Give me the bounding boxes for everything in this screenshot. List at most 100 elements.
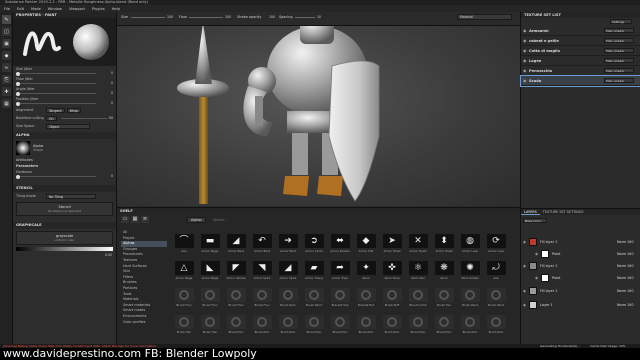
position-jitter-slider[interactable]: Position Jitter 0	[13, 96, 116, 106]
channel-select[interactable]: Base Color	[523, 218, 547, 223]
shader-select[interactable]: Main shader	[604, 28, 634, 33]
alpha-thumbnail-item[interactable]: Brush Pain	[303, 315, 325, 338]
alpha-thumbnail-item[interactable]: Bracket Buf	[355, 288, 377, 311]
alpha-thumbnail-item[interactable]: ✕ Armor Head	[407, 234, 429, 257]
alpha-thumbnail-item[interactable]: ▬ Armor Nega	[199, 234, 221, 257]
alpha-thumbnail-item[interactable]: Brush Comb	[407, 288, 429, 311]
shader-select[interactable]: Main shader	[604, 68, 634, 73]
menu-file[interactable]: File	[4, 7, 10, 11]
blend-mode[interactable]: Norm	[617, 240, 627, 244]
backface-slider[interactable]	[60, 117, 107, 119]
alpha-thumbnail-item[interactable]: Brush Paint	[459, 288, 481, 311]
smudge-icon[interactable]: ≈	[2, 63, 11, 72]
shelf-search-input[interactable]: Search...	[213, 217, 413, 223]
size-jitter-slider[interactable]: Size Jitter 0	[13, 66, 116, 76]
alpha-thumbnail-item[interactable]: ⬌ Armor Double	[329, 234, 351, 257]
alpha-thumbnail-item[interactable]: Brush Pain	[433, 315, 455, 338]
alpha-thumbnail-item[interactable]: ✦ Atom	[355, 261, 377, 284]
flow-jitter-value[interactable]: 0	[111, 81, 113, 85]
flow-slider[interactable]	[189, 17, 223, 18]
alpha-thumbnail-item[interactable]: Brush Han	[173, 315, 195, 338]
menu-edit[interactable]: Edit	[17, 7, 24, 11]
alpha-thumbnail-item[interactable]: Brush Fren	[225, 288, 247, 311]
texture-set-item[interactable]: ◉ Armoarsh Main shader	[521, 26, 640, 36]
flow-value[interactable]: 100	[225, 15, 231, 19]
alpha-thumbnail-item[interactable]: ⚛ Atom Star	[407, 261, 429, 284]
blend-mode[interactable]: Norm	[617, 252, 627, 256]
texture-set-item[interactable]: ◉ Pennacchio Main shader	[521, 66, 640, 76]
layer-opacity[interactable]: 100	[627, 264, 640, 268]
texture-set-item[interactable]: ◉ Logen Main shader	[521, 56, 640, 66]
grayscale-gradient-slider[interactable]	[16, 247, 113, 251]
viewport-mode-select[interactable]: Material	[457, 14, 512, 20]
blend-mode[interactable]: Norm	[617, 276, 627, 280]
alpha-thumbnail-item[interactable]: ➦ Armor Trian	[329, 261, 351, 284]
spacing-slider[interactable]	[295, 17, 315, 18]
layer-opacity[interactable]: 100	[627, 240, 640, 244]
alpha-thumbnail-item[interactable]: Brush Han	[199, 315, 221, 338]
grayscale-value[interactable]: 0.02	[13, 253, 116, 257]
tab-texture-set-settings[interactable]: TEXTURE SET SETTINGS	[540, 209, 587, 215]
hardness-slider[interactable]: Hardness 0	[13, 169, 116, 179]
alignment-select[interactable]: Tangent	[46, 107, 65, 113]
hardness-value[interactable]: 0	[111, 174, 113, 178]
alpha-thumbnail-item[interactable]: ▰ Armor Triang	[303, 261, 325, 284]
alpha-thumbnail-item[interactable]: ◣ Armor Nega	[199, 261, 221, 284]
backface-value[interactable]: 90	[109, 116, 113, 120]
alpha-thumbnail-item[interactable]: Brush Paint	[485, 288, 507, 311]
alpha-thumbnail-item[interactable]: ⬍ Armor Head	[433, 234, 455, 257]
paint-layer-row[interactable]: ◉ Paint Norm 100	[521, 250, 640, 258]
alpha-thumbnail-item[interactable]: Brush Pain	[225, 315, 247, 338]
alpha-thumbnail-item[interactable]: Brush Ram	[277, 288, 299, 311]
fill-icon[interactable]: ▦	[2, 99, 11, 108]
alpha-thumbnail-item[interactable]: ✺ Atom Simple	[459, 261, 481, 284]
paint-layer-row[interactable]: ◉ Paint Norm 100	[521, 274, 640, 282]
alpha-thumbnail-item[interactable]: Brush Pain	[251, 315, 273, 338]
folder-icon[interactable]: ▭	[121, 216, 129, 223]
projection-icon[interactable]: ▣	[2, 39, 11, 48]
list-view-icon[interactable]: ≡	[141, 216, 149, 223]
alpha-thumbnail-item[interactable]: ⟳ Armor Loop	[485, 234, 507, 257]
stencil-slot[interactable]: Stencil No Resource Selected	[16, 202, 113, 216]
texture-set-item[interactable]: ◉ Cotta di maglia Main shader	[521, 46, 640, 56]
layer-opacity[interactable]: 100	[627, 303, 640, 307]
alpha-thumbnail-item[interactable]: Brush Pain	[485, 315, 507, 338]
size-space-select[interactable]: Object	[46, 123, 90, 129]
alpha-thumbnail-item[interactable]: ⤾ axe	[485, 261, 507, 284]
alpha-thumbnail-item[interactable]: ◆ Armor Flat	[355, 234, 377, 257]
shelf-category-item[interactable]: Color profiles	[121, 320, 167, 326]
alpha-thumbnail-item[interactable]: Brush Fren	[199, 288, 221, 311]
backface-toggle[interactable]: On	[46, 115, 57, 121]
shader-select[interactable]: Main shader	[604, 58, 634, 63]
alpha-thumbnail-item[interactable]: Brush Fren	[251, 288, 273, 311]
alpha-thumbnail-item[interactable]: ↶ Armor Bent	[251, 234, 273, 257]
alpha-thumbnail-item[interactable]: Brush Pain	[329, 315, 351, 338]
layer-opacity[interactable]: 100	[627, 289, 640, 293]
menu-help[interactable]: Help	[112, 7, 120, 11]
alpha-section-header[interactable]: ALPHA	[13, 132, 116, 139]
position-jitter-value[interactable]: 0	[111, 101, 113, 105]
fill-layer-row[interactable]: ◉ Fill layer 1 Norm 100	[521, 238, 640, 246]
clone-icon[interactable]: ⎘	[2, 75, 11, 84]
tab-layers[interactable]: LAYERS	[521, 209, 540, 215]
menu-viewport[interactable]: Viewport	[69, 7, 85, 11]
size-value[interactable]: 100	[167, 15, 173, 19]
fill-layer-row[interactable]: ◉ Layer 1 Norm 100	[521, 301, 640, 309]
layer-opacity[interactable]: 100	[627, 252, 640, 256]
alpha-thumbnail-item[interactable]: ◢ Armor Bent	[225, 234, 247, 257]
color-picker-icon[interactable]: ✚	[2, 87, 11, 96]
shader-select[interactable]: Main shader	[604, 38, 634, 43]
alpha-thumbnail-item[interactable]: Brush Pain	[277, 315, 299, 338]
alpha-thumbnail-item[interactable]: Bracket Sha	[329, 288, 351, 311]
menu-mode[interactable]: Mode	[31, 7, 41, 11]
alpha-thumbnail-item[interactable]: ◢ Armor Spira	[277, 261, 299, 284]
angle-jitter-value[interactable]: 0	[111, 91, 113, 95]
alpha-thumbnail-item[interactable]: ✜ Atom Simp	[381, 261, 403, 284]
alpha-thumbnail-item[interactable]: ⌒ arcs	[173, 234, 195, 257]
eraser-icon[interactable]: ◫	[2, 27, 11, 36]
size-jitter-value[interactable]: 0	[111, 71, 113, 75]
graphicale-section-header[interactable]: GRAPHICALE	[13, 222, 116, 229]
alpha-thumbnail-item[interactable]: Brush Paint	[303, 288, 325, 311]
menu-plugins[interactable]: Plugins	[92, 7, 105, 11]
blend-mode[interactable]: Norm	[617, 264, 627, 268]
